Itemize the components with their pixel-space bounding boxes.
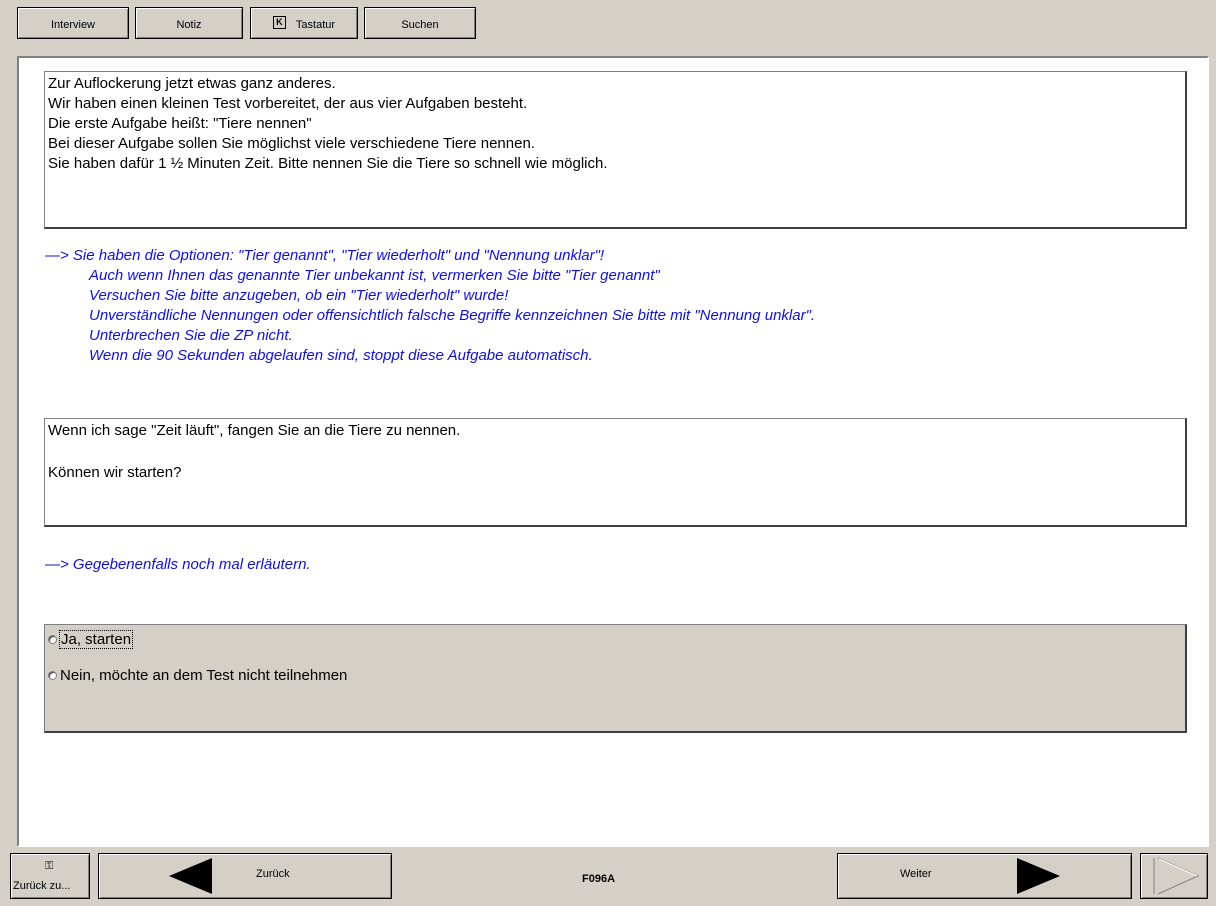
suchen-button[interactable]: Suchen [364, 7, 476, 39]
question-line-2: Wir haben einen kleinen Test vorbereitet… [48, 95, 528, 112]
interviewer-instruction-4: Unverständliche Nennungen oder offensich… [89, 307, 816, 324]
interviewer-instruction-6: Wenn die 90 Sekunden abgelaufen sind, st… [89, 347, 593, 364]
question-text-box-2: Wenn ich sage "Zeit läuft", fangen Sie a… [44, 418, 1187, 527]
interviewer-instruction-5: Unterbrechen Sie die ZP nicht. [89, 327, 293, 344]
answer-options-box: Ja, starten Nein, möchte an dem Test nic… [44, 624, 1187, 733]
weiter-button[interactable]: Weiter [837, 853, 1132, 899]
notiz-button[interactable]: Notiz [135, 7, 243, 39]
tastatur-label: Tastatur [295, 19, 336, 31]
question-text-box: Zur Auflockerung jetzt etwas ganz andere… [44, 71, 1187, 229]
interviewer-instruction-7: —> Gegebenenfalls noch mal erläutern. [45, 556, 311, 573]
answer-option-nein[interactable]: Nein, möchte an dem Test nicht teilnehme… [48, 667, 347, 684]
question2-line-2: Können wir starten? [48, 464, 182, 481]
weiter-label: Weiter [900, 868, 932, 880]
radio-button[interactable] [48, 635, 57, 644]
question-id: F096A [582, 873, 616, 885]
zurueck-label: Zurück [256, 868, 290, 880]
arrow-left-icon [169, 858, 212, 894]
question-line-5: Sie haben dafür 1 ½ Minuten Zeit. Bitte … [48, 155, 608, 172]
interviewer-instruction-2: Auch wenn Ihnen das genannte Tier unbeka… [89, 267, 660, 284]
keys-icon: ⚿ [45, 860, 54, 872]
suchen-label: Suchen [401, 19, 439, 31]
answer-option-ja[interactable]: Ja, starten [48, 630, 134, 649]
interview-button[interactable]: Interview [17, 7, 129, 39]
question-line-3: Die erste Aufgabe heißt: "Tiere nennen" [48, 115, 312, 132]
zurueck-zu-label: Zurück zu... [13, 880, 71, 892]
question-line-1: Zur Auflockerung jetzt etwas ganz andere… [48, 75, 336, 92]
skip-forward-icon [1153, 857, 1200, 895]
skip-to-end-button[interactable] [1140, 853, 1208, 899]
radio-button[interactable] [48, 671, 57, 680]
interviewer-instruction-3: Versuchen Sie bitte anzugeben, ob ein "T… [89, 287, 509, 304]
notiz-label: Notiz [176, 19, 202, 31]
arrow-right-icon [1017, 858, 1060, 894]
question-line-4: Bei dieser Aufgabe sollen Sie möglichst … [48, 135, 535, 152]
question2-line-1: Wenn ich sage "Zeit läuft", fangen Sie a… [48, 422, 461, 439]
zurueck-button[interactable]: Zurück [98, 853, 392, 899]
zurueck-zu-button[interactable]: ⚿ Zurück zu... [10, 853, 90, 899]
answer-label-ja: Ja, starten [58, 630, 134, 649]
interview-label: Interview [50, 19, 96, 31]
interviewer-instruction-1: —> Sie haben die Optionen: "Tier genannt… [45, 247, 605, 264]
tastatur-button[interactable]: K Tastatur [250, 7, 358, 39]
answer-label-nein: Nein, möchte an dem Test nicht teilnehme… [60, 667, 348, 684]
interview-panel: Zur Auflockerung jetzt etwas ganz andere… [17, 56, 1209, 847]
keyboard-icon: K [272, 15, 286, 29]
